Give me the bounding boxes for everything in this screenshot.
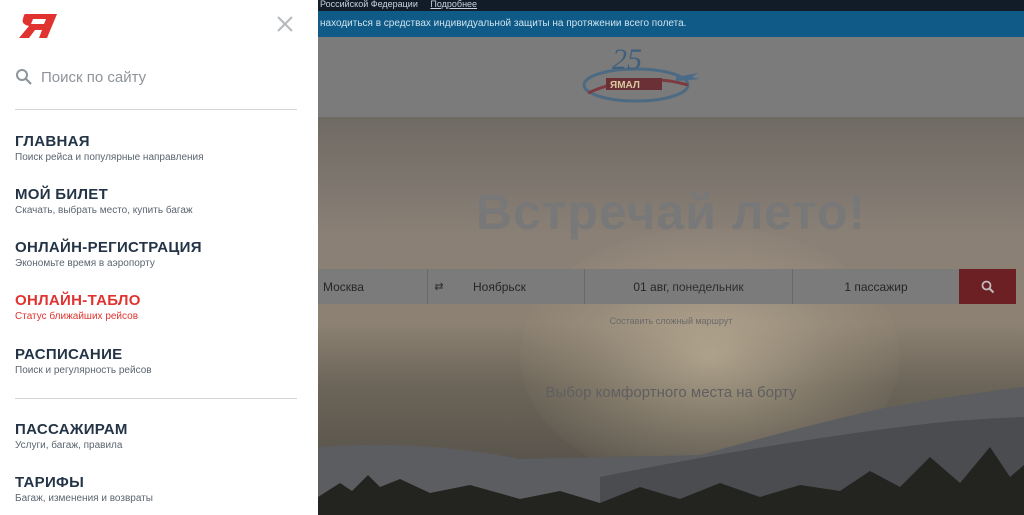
- svg-text:ЯМАЛ: ЯМАЛ: [610, 80, 640, 91]
- menu-item-title: ОНЛАЙН-ТАБЛО: [15, 292, 141, 309]
- menu-item-title: ОНЛАЙН-РЕГИСТРАЦИЯ: [15, 239, 202, 256]
- menu-item-online-checkin[interactable]: ОНЛАЙН-РЕГИСТРАЦИЯ Экономьте время в аэр…: [15, 239, 297, 270]
- menu-item-title: ГЛАВНАЯ: [15, 133, 90, 150]
- svg-text:25: 25: [612, 43, 642, 76]
- menu-item-subtitle: Скачать, выбрать место, купить багаж: [15, 205, 193, 216]
- hero-title: Встречай лето!: [475, 184, 867, 240]
- weekday-value: понедельник: [672, 279, 744, 294]
- date-value: 01 авг,: [633, 279, 670, 294]
- flight-search-form: Москва ⇄ Ноябрьск 01 авг, понедельник 1 …: [318, 269, 1016, 304]
- menu-item-subtitle: Услуги, багаж, правила: [15, 440, 123, 451]
- swap-arrows-icon[interactable]: ⇄: [428, 269, 450, 304]
- more-link[interactable]: Подробнее: [430, 0, 477, 9]
- search-icon: [16, 69, 32, 85]
- menu-item-tariffs[interactable]: ТАРИФЫ Багаж, изменения и возвраты: [15, 474, 297, 505]
- menu-item-subtitle: Багаж, изменения и возвраты: [15, 493, 153, 504]
- menu-item-title: МОЙ БИЛЕТ: [15, 186, 109, 203]
- close-icon[interactable]: [276, 15, 294, 33]
- menu-item-title: ПАССАЖИРАМ: [15, 421, 128, 438]
- menu-item-subtitle: Поиск рейса и популярные направления: [15, 152, 204, 163]
- from-city-field[interactable]: Москва: [318, 269, 428, 304]
- menu-divider: [15, 109, 297, 110]
- date-field[interactable]: 01 авг, понедельник: [585, 269, 793, 304]
- passengers-field[interactable]: 1 пассажир: [793, 269, 959, 304]
- menu-item-subtitle: Поиск и регулярность рейсов: [15, 365, 152, 376]
- menu-item-schedule[interactable]: РАСПИСАНИЕ Поиск и регулярность рейсов: [15, 346, 297, 377]
- search-icon: [981, 280, 994, 293]
- site-search-input[interactable]: [41, 68, 281, 86]
- menu-item-title: РАСПИСАНИЕ: [15, 346, 123, 363]
- menu-item-my-ticket[interactable]: МОЙ БИЛЕТ Скачать, выбрать место, купить…: [15, 186, 297, 217]
- menu-item-subtitle: Статус ближайших рейсов: [15, 311, 139, 322]
- side-menu: ГЛАВНАЯ Поиск рейса и популярные направл…: [0, 0, 318, 515]
- menu-item-online-board[interactable]: ОНЛАЙН-ТАБЛО Статус ближайших рейсов: [15, 292, 297, 323]
- yamal-25-anniversary-logo[interactable]: 25 ЯМАЛ: [578, 41, 708, 113]
- menu-divider: [15, 398, 297, 399]
- top-strip-text: Российской Федерации: [320, 0, 418, 9]
- menu-item-home[interactable]: ГЛАВНАЯ Поиск рейса и популярные направл…: [15, 133, 297, 164]
- menu-item-title: ТАРИФЫ: [15, 474, 85, 491]
- menu-item-subtitle: Экономьте время в аэропорту: [15, 258, 155, 269]
- search-flights-button[interactable]: [959, 269, 1016, 304]
- menu-item-passengers[interactable]: ПАССАЖИРАМ Услуги, багаж, правила: [15, 421, 297, 452]
- yamal-logo-icon[interactable]: [15, 12, 59, 40]
- site-search: [15, 66, 297, 88]
- to-city-field[interactable]: Ноябрьск: [450, 269, 585, 304]
- complex-route-link[interactable]: Составить сложный маршрут: [318, 316, 1024, 326]
